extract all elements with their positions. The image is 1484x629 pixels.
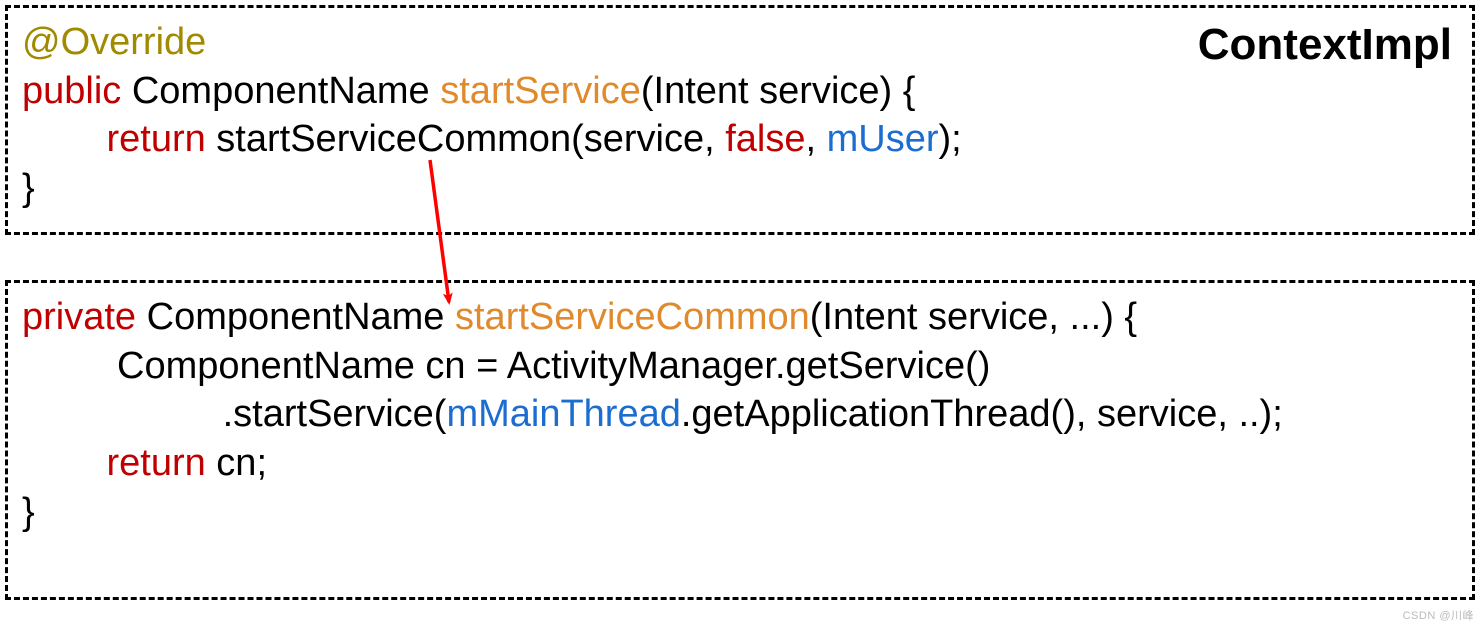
annotation-override: @Override	[22, 21, 206, 63]
code-box-startServiceCommon: private ComponentName startServiceCommon…	[5, 280, 1475, 600]
field-mUser: mUser	[827, 118, 939, 160]
line-startservice-a: .startService(	[223, 393, 447, 435]
call-startServiceCommon: startServiceCommon(service,	[206, 118, 725, 160]
indent-2b	[22, 393, 223, 435]
code-block-2: private ComponentName startServiceCommon…	[22, 293, 1454, 536]
code-box-startService: ContextImpl @Override public ComponentNa…	[5, 5, 1475, 235]
tail-1: );	[939, 118, 962, 160]
kw-private: private	[22, 296, 136, 338]
diagram-canvas: ContextImpl @Override public ComponentNa…	[0, 0, 1484, 629]
comma-1: ,	[806, 118, 827, 160]
kw-return-1: return	[106, 118, 205, 160]
method-startServiceCommon: startServiceCommon	[455, 296, 810, 338]
close-brace-1: }	[22, 167, 35, 209]
kw-return-2: return	[106, 442, 205, 484]
line-activity-manager: ComponentName cn = ActivityManager.getSe…	[117, 345, 990, 387]
watermark-label: CSDN @川峰	[1403, 607, 1474, 623]
indent-2a	[22, 345, 117, 387]
type-component-name-2: ComponentName	[136, 296, 455, 338]
field-mMainThread: mMainThread	[446, 393, 680, 435]
params-1: (Intent service) {	[641, 70, 916, 112]
params-2: (Intent service, ...) {	[810, 296, 1137, 338]
kw-false: false	[725, 118, 805, 160]
method-startService: startService	[440, 70, 641, 112]
return-cn: cn;	[206, 442, 267, 484]
return-type-1	[121, 70, 132, 112]
close-brace-2: }	[22, 491, 35, 533]
type-component-name-1: ComponentName	[132, 70, 430, 112]
line-startservice-b: .getApplicationThread(), service, ..);	[681, 393, 1283, 435]
kw-public: public	[22, 70, 121, 112]
indent-1	[22, 118, 106, 160]
indent-2c	[22, 442, 106, 484]
class-name-label: ContextImpl	[1198, 20, 1452, 70]
